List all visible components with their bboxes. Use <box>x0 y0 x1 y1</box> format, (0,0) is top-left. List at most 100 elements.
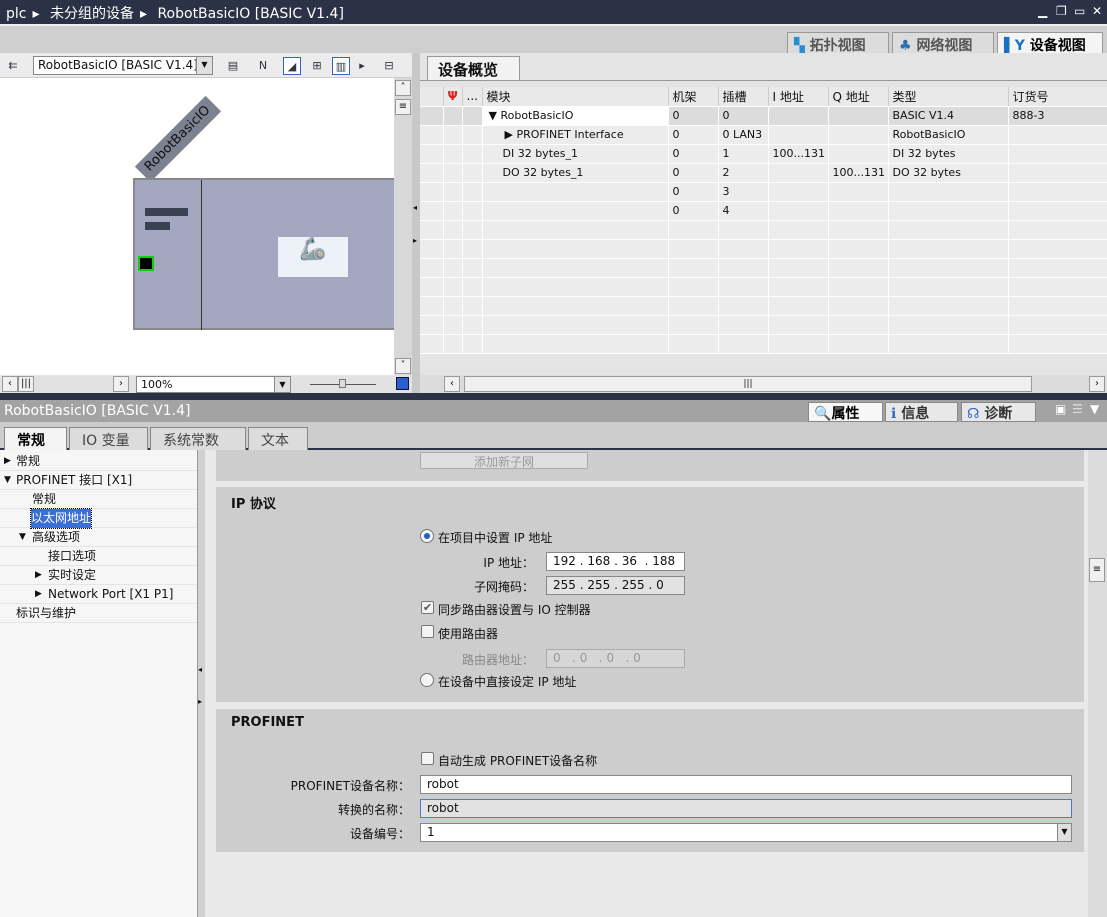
menu-icon[interactable]: ☰ <box>1072 402 1083 416</box>
col-i-address[interactable]: I 地址 <box>768 87 829 107</box>
device-toolbar: ⇇ RobotBasicIO [BASIC V1.4] ▼ ▤ N ◢ ⊞ ▥ ▸… <box>0 53 412 78</box>
cell-order <box>1008 144 1107 164</box>
overview-navigation-icon[interactable] <box>396 377 409 390</box>
pane-splitter[interactable]: ◂ ▸ <box>412 53 420 393</box>
table-icon[interactable]: ▥ <box>332 57 350 75</box>
scroll-up-icon[interactable]: ˄ <box>395 80 411 96</box>
table-row[interactable]: 03 <box>420 182 1107 202</box>
tab-device-overview[interactable]: 设备概览 <box>427 56 520 80</box>
grid-icon[interactable]: ⊞ <box>308 57 326 75</box>
scroll-left-icon[interactable]: ‹ <box>444 376 460 392</box>
table-row[interactable]: DI 32 bytes_1 0 1 100...131 DI 32 bytes <box>420 144 1107 164</box>
show-icon[interactable]: ◢ <box>283 57 301 75</box>
topology-icon: ▚ <box>794 38 810 54</box>
router-address-field[interactable]: 0 . 0 . 0 . 0 <box>546 649 685 668</box>
canvas-vertical-scrollbar[interactable]: ˄ ≡ ˅ <box>394 78 412 375</box>
device-rack[interactable]: 🦾 <box>133 178 394 330</box>
col-order-number[interactable]: 订货号 <box>1008 87 1107 107</box>
tree-item-profinet-interface[interactable]: ▼ PROFINET 接口 [X1] <box>0 471 197 490</box>
close-icon[interactable]: ✕ <box>1092 4 1102 18</box>
tab-info[interactable]: ℹ 信息 <box>885 402 958 422</box>
col-q-address[interactable]: Q 地址 <box>828 87 889 107</box>
tree-item-advanced-options[interactable]: ▼ 高级选项 <box>0 528 197 547</box>
scroll-left-icon[interactable]: ‹ <box>2 376 18 392</box>
name-icon[interactable]: N <box>254 57 272 75</box>
tab-texts[interactable]: 文本 <box>248 427 308 450</box>
tree-item-general[interactable]: ▶ 常规 <box>0 452 197 471</box>
device-number-select[interactable]: 1 ▼ <box>420 823 1072 842</box>
h-scroll-thumb[interactable]: ||| <box>464 376 1032 392</box>
properties-icon: 🔍 <box>814 406 832 422</box>
tab-topology-view[interactable]: ▚ 拓扑视图 <box>787 32 889 55</box>
table-row[interactable]: DO 32 bytes_1 0 2 100...131 DO 32 bytes <box>420 163 1107 183</box>
more-icon[interactable]: ▸ <box>358 57 366 75</box>
tab-general[interactable]: 常规 <box>4 427 67 450</box>
scroll-thumb[interactable]: ≡ <box>1089 558 1105 582</box>
zoom-select[interactable]: 100% ▼ <box>136 376 291 393</box>
col-rack[interactable]: 机架 <box>668 87 719 107</box>
cell-rack: 0 <box>668 182 719 202</box>
h-scroll-thumb[interactable]: ||| <box>18 376 34 392</box>
set-ip-in-project-radio[interactable] <box>420 529 434 543</box>
tab-properties[interactable]: 🔍属性 <box>808 402 883 422</box>
subnet-mask-field[interactable]: 255 . 255 . 255 . 0 <box>546 576 685 595</box>
chevron-down-icon[interactable]: ▼ <box>1057 824 1071 841</box>
breadcrumb-device[interactable]: RobotBasicIO [BASIC V1.4] <box>157 6 343 22</box>
sync-router-checkbox[interactable]: ✔ <box>421 601 434 614</box>
properties-icon[interactable]: ⊟ <box>380 57 398 75</box>
cell-type: BASIC V1.4 <box>888 106 1009 126</box>
tree-item-ethernet-address[interactable]: 以太网地址 <box>0 508 197 529</box>
scroll-right-icon[interactable]: › <box>113 376 129 392</box>
tree-item-interface-general[interactable]: 常规 <box>0 490 197 509</box>
minimize-icon[interactable]: ▁ <box>1038 4 1047 18</box>
breadcrumb-project[interactable]: plc <box>6 6 26 22</box>
table-row[interactable]: ▼ RobotBasicIO 0 0 BASIC V1.4 888-3 <box>420 106 1107 126</box>
tree-item-network-port[interactable]: ▶ Network Port [X1 P1] <box>0 585 197 604</box>
gutter-cell <box>462 125 483 145</box>
scroll-right-icon[interactable]: › <box>1089 376 1105 392</box>
tree-item-interface-options[interactable]: 接口选项 <box>0 547 197 566</box>
tree-item-identification[interactable]: 标识与维护 <box>0 604 197 623</box>
float-icon[interactable]: ▣ <box>1055 402 1066 416</box>
tab-io-tags[interactable]: IO 变量 <box>69 427 148 450</box>
zoom-slider-handle[interactable] <box>339 379 346 388</box>
device-label[interactable]: RobotBasicIO <box>134 95 222 183</box>
chevron-down-icon[interactable]: ▼ <box>274 377 290 392</box>
auto-generate-name-checkbox[interactable] <box>421 752 434 765</box>
tree-splitter[interactable]: ◂ ▸ <box>197 450 205 917</box>
col-type[interactable]: 类型 <box>888 87 1009 107</box>
cell-rack: 0 <box>668 106 719 126</box>
table-horizontal-scrollbar[interactable]: ‹ ||| › <box>420 375 1107 393</box>
tab-system-constants[interactable]: 系统常数 <box>150 427 246 450</box>
device-select[interactable]: RobotBasicIO [BASIC V1.4] ▼ <box>33 56 213 75</box>
maximize-icon[interactable]: ▭ <box>1074 4 1085 18</box>
tab-network-view[interactable]: ♣ 网络视图 <box>892 32 994 55</box>
col-more[interactable]: ... <box>462 87 483 107</box>
add-subnet-button[interactable]: 添加新子网 <box>420 452 588 469</box>
table-row[interactable]: ▶ PROFINET Interface 0 0 LAN3 RobotBasicIO <box>420 125 1107 145</box>
tab-device-view[interactable]: ▌Y 设备视图 <box>997 32 1103 55</box>
set-ip-in-device-radio[interactable] <box>420 673 434 687</box>
chevron-down-icon[interactable]: ▼ <box>196 57 212 74</box>
ethernet-port-icon[interactable] <box>138 256 154 271</box>
content-vertical-scrollbar[interactable]: ≡ <box>1088 450 1107 917</box>
scroll-down-icon[interactable]: ˅ <box>395 358 411 374</box>
device-navigate-icon[interactable]: ⇇ <box>4 57 22 75</box>
collapse-icon[interactable]: ▼ <box>1090 402 1099 416</box>
tab-diagnostics[interactable]: ☊ 诊断 <box>961 402 1036 422</box>
device-canvas[interactable]: RobotBasicIO 🦾 <box>0 78 394 375</box>
tree-item-realtime-settings[interactable]: ▶ 实时设定 <box>0 566 197 585</box>
col-slot[interactable]: 插槽 <box>718 87 769 107</box>
restore-icon[interactable]: ❐ <box>1056 4 1067 18</box>
table-row[interactable]: 04 <box>420 201 1107 221</box>
empty-row <box>420 296 1107 316</box>
scroll-thumb[interactable]: ≡ <box>395 99 411 115</box>
empty-row <box>420 334 1107 354</box>
ip-address-field[interactable]: 192 . 168 . 36 . 188 <box>546 552 685 571</box>
fit-icon[interactable]: ▤ <box>224 57 242 75</box>
use-router-checkbox[interactable] <box>421 625 434 638</box>
col-module[interactable]: 模块 <box>482 87 669 107</box>
device-name-input[interactable]: robot <box>420 775 1072 794</box>
cell-q <box>828 144 889 164</box>
breadcrumb-group[interactable]: 未分组的设备 <box>50 6 134 22</box>
